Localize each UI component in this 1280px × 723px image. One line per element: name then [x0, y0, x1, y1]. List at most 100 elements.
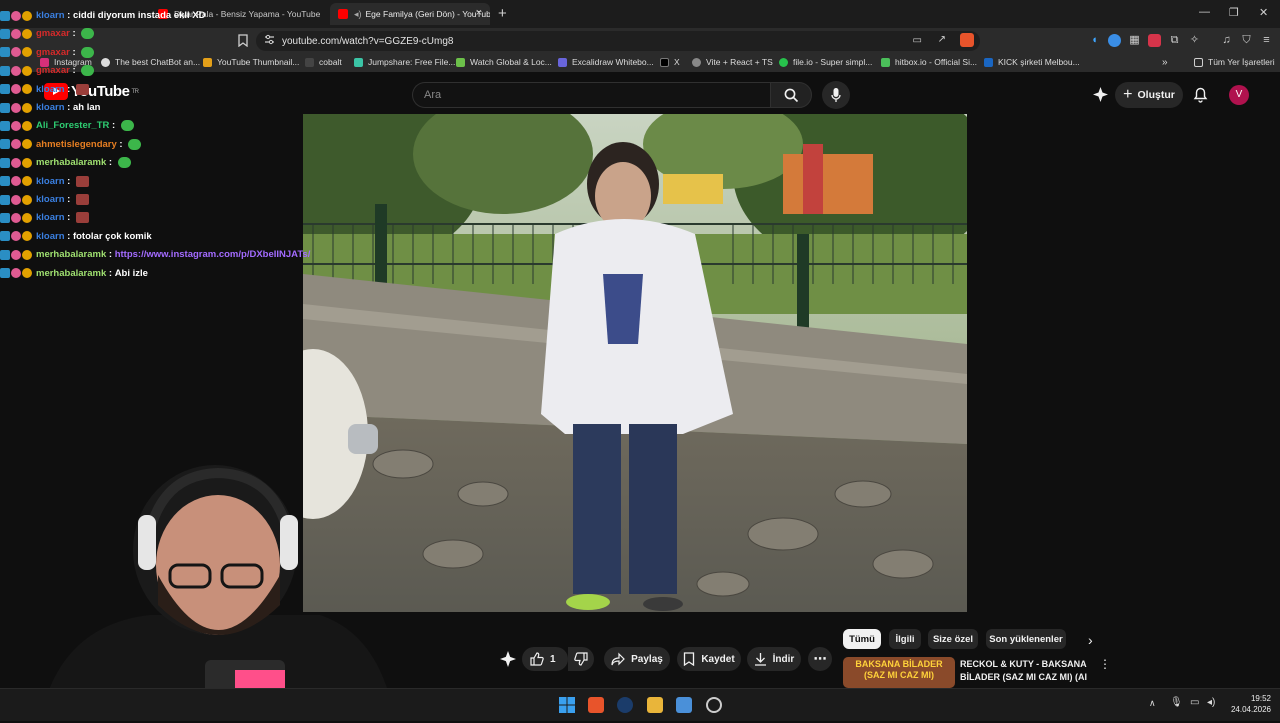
sparkle-icon[interactable] [1093, 87, 1108, 102]
all-bookmarks[interactable]: Tüm Yer İşaretleri [1194, 57, 1275, 67]
volume-icon[interactable]: ◂) [1207, 697, 1215, 708]
windows-start-icon[interactable] [559, 697, 575, 713]
extension-icon[interactable] [1108, 34, 1121, 47]
youtube-favicon-icon [338, 9, 348, 19]
save-button[interactable]: Kaydet [677, 647, 741, 671]
chat-message: kloarn : [0, 191, 89, 208]
subscriber-badge-icon [0, 157, 10, 168]
related-video-thumbnail[interactable]: BAKSANA BİLADER (SAZ MI CAZ MI) [843, 657, 955, 688]
microphone-icon[interactable]: 🎙 [1170, 697, 1183, 708]
bookmark-item[interactable]: The best ChatBot an... [101, 57, 200, 67]
bookmark-item[interactable]: Excalidraw Whitebo... [558, 57, 654, 67]
youtube-header: YouTube TR Ara + Oluştur V [0, 72, 1280, 114]
account-avatar[interactable]: V [1229, 85, 1249, 105]
subscriber-badge-icon [0, 102, 10, 113]
brave-vpn-icon[interactable]: ⛉ [1240, 34, 1253, 47]
extension-icon[interactable]: ⧉ [1168, 34, 1181, 47]
chat-separator: : [64, 194, 73, 205]
bookmark-item[interactable]: hitbox.io - Official Si... [881, 57, 977, 67]
chip-all[interactable]: Tümü [843, 629, 881, 649]
share-icon[interactable]: ↗ [938, 34, 946, 45]
face-emote-icon [75, 194, 89, 205]
video-player[interactable] [303, 114, 967, 612]
chips-next-icon[interactable]: › [1088, 632, 1093, 648]
obs-icon[interactable] [706, 697, 722, 713]
bookmark-item[interactable]: Vite + React + TS [692, 57, 773, 67]
chat-message: kloarn : [0, 173, 89, 190]
search-input[interactable]: Ara [412, 82, 770, 108]
more-actions-icon[interactable]: ⋯ [808, 647, 832, 671]
video-frame-photo [303, 114, 967, 612]
address-bar[interactable]: youtube.com/watch?v=GGZE9-cUmg8 ▭ ↗ [256, 31, 980, 51]
brave-shields-icon[interactable] [960, 33, 974, 47]
file-explorer-icon[interactable] [647, 697, 663, 713]
sub-tier-badge-icon [22, 268, 32, 279]
chat-message: merhabalaramk : https://www.instagram.co… [0, 246, 310, 263]
chat-username: gmaxar [36, 65, 70, 77]
bookmark-item[interactable]: KICK şirketi Melbou... [984, 57, 1080, 67]
more-bookmarks-icon[interactable]: » [1162, 57, 1168, 68]
new-tab-icon[interactable]: + [498, 5, 507, 22]
vip-badge-icon [11, 120, 21, 131]
steam-icon[interactable] [617, 697, 633, 713]
media-icon[interactable]: ♫ [1220, 34, 1233, 47]
bookmark-item[interactable]: X [660, 57, 680, 67]
brave-browser-icon[interactable] [588, 697, 604, 713]
close-tab-icon[interactable]: × [476, 7, 482, 19]
bookmark-item[interactable]: file.io - Super simpl... [779, 57, 872, 67]
dislike-button[interactable] [568, 647, 594, 671]
like-button[interactable]: 1 [522, 647, 568, 671]
bookmarks-bar: Instagram The best ChatBot an... YouTube… [0, 54, 1280, 72]
search-button[interactable] [770, 82, 812, 108]
restore-icon[interactable]: ❐ [1229, 6, 1239, 19]
chip-for-you[interactable]: Size özel [928, 629, 978, 649]
sub-tier-badge-icon [22, 176, 32, 187]
app-icon[interactable] [676, 697, 692, 713]
share-button[interactable]: Paylaş [604, 647, 670, 671]
vip-badge-icon [11, 268, 21, 279]
share-arrow-icon [611, 652, 625, 666]
notifications-bell-icon[interactable] [1193, 87, 1208, 103]
cast-icon[interactable]: ▭ [913, 35, 922, 46]
bookmark-item[interactable]: YouTube Thumbnail... [203, 57, 299, 67]
audio-icon[interactable]: ◖ [1088, 34, 1101, 47]
vip-badge-icon [11, 10, 21, 21]
extensions-puzzle-icon[interactable]: ✧ [1188, 34, 1201, 47]
related-video-menu-icon[interactable]: ⋮ [1099, 657, 1111, 671]
chat-separator: : [69, 28, 79, 40]
like-thumb-icon [530, 652, 544, 666]
bookmark-item[interactable]: Jumpshare: Free File... [354, 57, 455, 67]
sub-tier-badge-icon [22, 194, 32, 205]
bookmark-icon[interactable] [236, 34, 249, 48]
extension-icon[interactable] [1148, 34, 1161, 47]
chat-link[interactable]: https://www.instagram.com/p/DXbeIINJATs/ [115, 249, 311, 260]
chat-username: merhabalaramk [36, 267, 107, 279]
chip-recently-uploaded[interactable]: Son yüklenenler [986, 629, 1066, 649]
bookmark-item[interactable]: cobalt [305, 57, 342, 67]
chip-related[interactable]: İlgili [889, 629, 921, 649]
create-button[interactable]: + Oluştur [1115, 82, 1183, 108]
chat-separator: : [116, 138, 126, 150]
like-count: 1 [550, 653, 556, 665]
minimize-icon[interactable]: — [1199, 6, 1210, 18]
subscriber-badge-icon [0, 47, 10, 58]
menu-icon[interactable]: ≡ [1260, 34, 1273, 47]
download-button[interactable]: İndir [747, 647, 801, 671]
browser-tab-active[interactable]: ◂) Ege Familya (Geri Dön) - YouTube × [330, 3, 490, 25]
bookmark-item[interactable]: Watch Global & Loc... [456, 57, 552, 67]
extension-icon[interactable]: ▦ [1128, 34, 1141, 47]
chat-text: Abi izle [114, 267, 148, 279]
vip-badge-icon [11, 84, 21, 95]
display-icon[interactable]: ▭ [1190, 697, 1199, 708]
green-emote-icon [81, 28, 95, 40]
subscriber-badge-icon [0, 28, 10, 39]
close-window-icon[interactable]: ✕ [1259, 6, 1268, 19]
green-emote-icon [81, 65, 95, 77]
system-clock[interactable]: 19:52 24.04.2026 [1225, 693, 1271, 715]
sparkle-icon[interactable] [500, 651, 516, 667]
tray-expand-icon[interactable]: ∧ [1149, 698, 1156, 709]
thumbnail-text: BAKSANA BİLADER (SAZ MI CAZ MI) [855, 659, 943, 680]
voice-search-button[interactable] [822, 81, 850, 109]
site-settings-icon[interactable] [264, 34, 275, 48]
subscriber-badge-icon [0, 139, 10, 150]
